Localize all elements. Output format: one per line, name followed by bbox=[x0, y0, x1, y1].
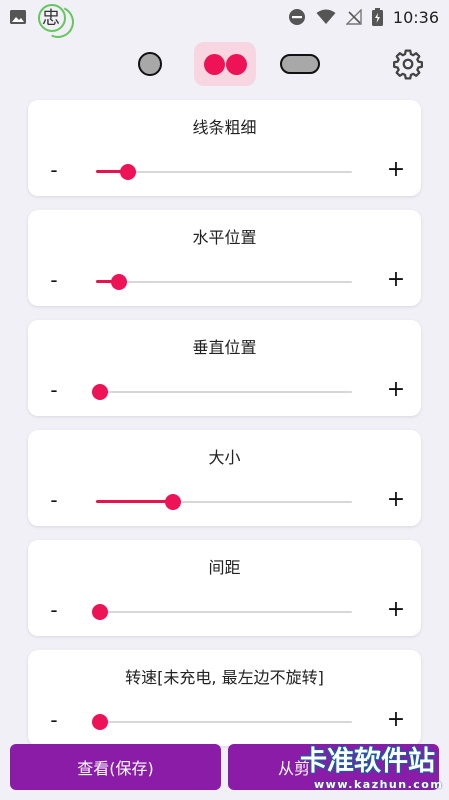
spacing-slider[interactable] bbox=[92, 601, 352, 623]
decrease-button[interactable]: - bbox=[47, 378, 61, 402]
pill-shape-icon bbox=[280, 54, 320, 74]
decrease-button[interactable]: - bbox=[47, 598, 61, 622]
gear-icon[interactable] bbox=[392, 48, 424, 80]
card-vertical-position: 垂直位置 - + bbox=[28, 320, 421, 416]
increase-button[interactable]: + bbox=[385, 598, 407, 622]
shape-circle-button[interactable] bbox=[128, 42, 172, 86]
shape-pill-button[interactable] bbox=[276, 42, 324, 86]
card-title: 转速[未充电, 最左边不旋转] bbox=[125, 668, 324, 687]
decrease-button[interactable]: - bbox=[47, 268, 61, 292]
decrease-button[interactable]: - bbox=[47, 158, 61, 182]
status-left: 忠 bbox=[10, 0, 79, 43]
status-bar: 忠 10:36 bbox=[0, 0, 449, 43]
card-title: 间距 bbox=[208, 558, 241, 577]
increase-button[interactable]: + bbox=[385, 708, 407, 732]
wifi-icon bbox=[316, 9, 336, 24]
card-title: 水平位置 bbox=[192, 228, 257, 247]
increase-button[interactable]: + bbox=[385, 158, 407, 182]
card-spacing: 间距 - + bbox=[28, 540, 421, 636]
slider-thumb[interactable] bbox=[119, 164, 136, 180]
battery-icon bbox=[371, 8, 383, 26]
decrease-button[interactable]: - bbox=[47, 488, 61, 512]
status-time: 10:36 bbox=[392, 7, 439, 27]
increase-button[interactable]: + bbox=[385, 488, 407, 512]
size-slider[interactable] bbox=[96, 491, 352, 513]
decrease-button[interactable]: - bbox=[47, 708, 61, 732]
no-signal-icon bbox=[345, 9, 362, 25]
rotation-speed-slider[interactable] bbox=[92, 711, 352, 733]
slider-thumb[interactable] bbox=[92, 604, 108, 620]
image-icon bbox=[10, 10, 26, 24]
slider-thumb[interactable] bbox=[92, 714, 108, 730]
secondary-action-button[interactable]: 从剪 bbox=[228, 744, 439, 790]
card-title: 线条粗细 bbox=[192, 118, 257, 137]
slider-thumb[interactable] bbox=[165, 494, 182, 510]
card-size: 大小 - + bbox=[28, 430, 421, 526]
shape-double-dot-button[interactable] bbox=[194, 42, 256, 86]
increase-button[interactable]: + bbox=[385, 268, 407, 292]
vertical-position-slider[interactable] bbox=[92, 381, 352, 403]
card-rotation-speed: 转速[未充电, 最左边不旋转] - + bbox=[28, 650, 421, 746]
view-save-button[interactable]: 查看(保存) bbox=[10, 744, 221, 790]
increase-button[interactable]: + bbox=[385, 378, 407, 402]
slider-thumb[interactable] bbox=[110, 274, 127, 290]
double-dot-shape-icon bbox=[203, 53, 247, 75]
card-title: 垂直位置 bbox=[192, 338, 257, 357]
shape-toolbar bbox=[0, 42, 449, 86]
line-thickness-slider[interactable] bbox=[96, 161, 352, 183]
card-title: 大小 bbox=[208, 448, 241, 467]
slider-thumb[interactable] bbox=[92, 384, 108, 400]
do-not-disturb-icon bbox=[288, 9, 305, 25]
status-right: 10:36 bbox=[288, 8, 439, 27]
horizontal-position-slider[interactable] bbox=[96, 271, 352, 293]
circle-shape-icon bbox=[138, 52, 162, 76]
card-line-thickness: 线条粗细 - + bbox=[28, 100, 421, 196]
card-horizontal-position: 水平位置 - + bbox=[28, 210, 421, 306]
